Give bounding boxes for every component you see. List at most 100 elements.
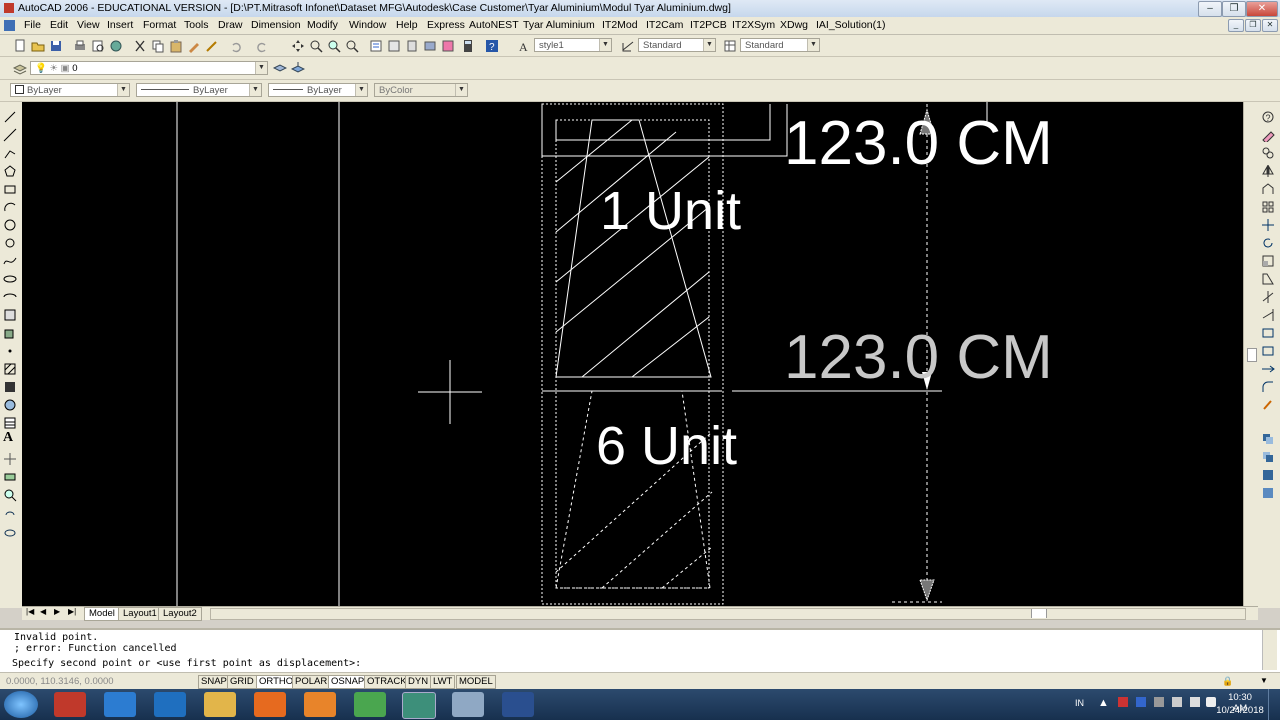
properties-icon[interactable] [368,38,384,54]
command-line[interactable]: Invalid point. ; error: Function cancell… [0,628,1280,672]
move-icon[interactable] [3,452,17,466]
plotstyle-select[interactable]: ByColor ▼ [374,83,468,97]
text-style-icon[interactable]: A [516,38,532,54]
notepad-icon[interactable] [452,692,484,717]
region-icon[interactable] [3,398,17,412]
send-under-icon[interactable] [1261,486,1275,500]
model-toggle[interactable]: MODEL [456,675,496,689]
layer-previous-icon[interactable] [290,60,306,76]
redo-icon[interactable] [254,38,270,54]
menu-tyar-aluminium[interactable]: Tyar Aluminium [523,19,595,31]
redo-side-icon[interactable] [3,526,17,540]
menu-it2pcb[interactable]: IT2PCB [690,19,727,31]
print-icon[interactable] [72,38,88,54]
menu-edit[interactable]: Edit [50,19,68,31]
menu-window[interactable]: Window [349,19,386,31]
menu-draw[interactable]: Draw [218,19,243,31]
circle-icon[interactable] [3,218,17,232]
show-desktop-button[interactable] [1268,689,1280,720]
horizontal-scrollbar[interactable] [210,608,1246,620]
linetype-select[interactable]: ByLayer ▼ [136,83,262,97]
tab-model[interactable]: Model [84,607,120,621]
table-style-select[interactable]: Standard ▼ [740,38,820,52]
media-player-icon[interactable] [304,692,336,717]
doc-restore-button[interactable]: ❐ [1245,19,1261,32]
coordinate-readout[interactable]: 0.0000, 110.3146, 0.0000 [6,676,114,687]
menu-express[interactable]: Express [427,19,465,31]
color-select[interactable]: ByLayer ▼ [10,83,130,97]
outlook-icon[interactable] [154,692,186,717]
multiline-text-icon[interactable]: A [3,430,17,445]
lwt-toggle[interactable]: LWT [430,675,456,689]
new-icon[interactable] [12,38,28,54]
dropbox-icon[interactable] [1136,697,1146,707]
menu-it2xsym[interactable]: IT2XSym [732,19,775,31]
pan-icon[interactable] [290,38,306,54]
document-icon[interactable] [4,20,15,31]
drawing-canvas[interactable]: 123.0 CM 123.0 CM 1 Unit 6 Unit [22,102,1243,606]
fillet-icon[interactable] [1261,380,1275,394]
menu-file[interactable]: File [24,19,41,31]
firefox-icon[interactable] [254,692,286,717]
make-layer-current-icon[interactable] [272,60,288,76]
zoom-previous-icon[interactable] [344,38,360,54]
chamfer-icon[interactable] [1261,362,1275,376]
plot-preview-icon[interactable] [90,38,106,54]
gradient-icon[interactable] [3,380,17,394]
hatch-icon[interactable] [3,362,17,376]
draworder-back-icon[interactable] [1261,450,1275,464]
table-icon[interactable] [3,416,17,430]
file-explorer-icon[interactable] [204,692,236,717]
otrack-toggle[interactable]: OTRACK [364,675,410,689]
line-icon[interactable] [3,110,17,124]
help-icon[interactable]: ? [484,38,500,54]
explode-icon[interactable] [1261,398,1275,412]
sheet-set-icon[interactable] [422,38,438,54]
scale-icon[interactable] [1261,254,1275,268]
save-icon[interactable] [48,38,64,54]
zoom-realtime-icon[interactable] [308,38,324,54]
design-center-icon[interactable] [386,38,402,54]
menu-iai-solution[interactable]: IAI_Solution(1) [816,19,885,31]
tab-prev-arrow-icon[interactable]: ◀ [40,607,46,616]
spline-icon[interactable] [3,254,17,268]
array-icon[interactable] [1261,200,1275,214]
tray-sync-icon[interactable] [1154,697,1164,707]
close-button[interactable]: ✕ [1246,1,1278,17]
menu-tools[interactable]: Tools [184,19,209,31]
table-style-icon[interactable] [722,38,738,54]
ellipse-arc-icon[interactable] [3,290,17,304]
make-block-icon[interactable] [3,326,17,340]
move-object-icon[interactable] [1261,218,1275,232]
start-button[interactable] [4,691,38,718]
chrome-icon[interactable] [354,692,386,717]
tool-palettes-icon[interactable] [404,38,420,54]
lineweight-select[interactable]: ByLayer ▼ [268,83,368,97]
tab-next-arrow-icon[interactable]: ▶ [54,607,60,616]
paste-icon[interactable] [168,38,184,54]
arc-icon[interactable] [3,200,17,214]
horizontal-scroll-thumb[interactable] [1031,609,1047,618]
trim-icon[interactable] [1261,290,1275,304]
construction-line-icon[interactable] [3,128,17,142]
publish-icon[interactable] [108,38,124,54]
dim-style-select[interactable]: Standard ▼ [638,38,716,52]
menu-it2mod[interactable]: IT2Mod [602,19,638,31]
menu-dimension[interactable]: Dimension [251,19,301,31]
grid-toggle[interactable]: GRID [227,675,257,689]
network-icon[interactable] [1190,697,1200,707]
polygon-icon[interactable] [3,164,17,178]
zoom-extents-icon[interactable] [3,488,17,502]
revision-cloud-icon[interactable] [3,236,17,250]
undo-icon[interactable] [228,38,244,54]
block-editor-icon[interactable] [204,38,220,54]
copy-icon[interactable] [150,38,166,54]
bring-above-icon[interactable] [1261,468,1275,482]
markup-icon[interactable] [440,38,456,54]
dyn-toggle[interactable]: DYN [405,675,432,689]
doc-close-button[interactable]: ✕ [1262,19,1278,32]
autodesk-taskbar-icon[interactable] [502,692,534,717]
match-properties-icon[interactable] [186,38,202,54]
text-style-select[interactable]: style1 ▼ [534,38,612,52]
ortho-toggle[interactable]: ORTHO [256,675,297,689]
